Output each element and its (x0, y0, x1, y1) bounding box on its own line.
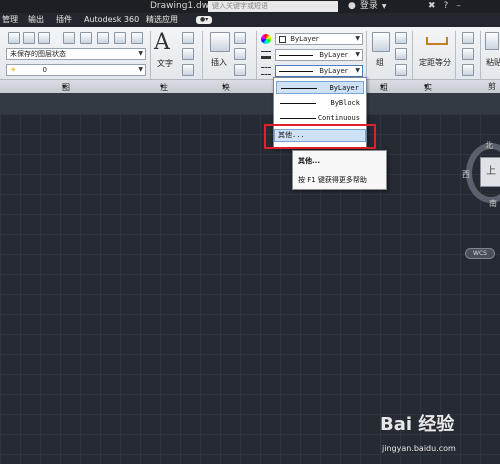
text-button-label[interactable]: 文字 (157, 58, 173, 69)
panel-title-block[interactable]: 块 ▾ (222, 81, 230, 93)
file-tab-strip (0, 93, 500, 114)
group-select-icon[interactable] (395, 64, 407, 76)
tab-featured-apps[interactable]: 精选应用 (146, 13, 178, 27)
compass-south[interactable]: 南 (489, 198, 497, 209)
table-icon[interactable] (182, 64, 194, 76)
measure-button-label[interactable]: 定距等分 (419, 57, 451, 68)
group-icon[interactable] (372, 32, 390, 52)
linetype-sample (280, 118, 316, 119)
insert-button-label[interactable]: 插入 (211, 57, 227, 68)
layer-tool-icon[interactable] (23, 32, 35, 44)
layer-state-value: 未保存的图层状态 (10, 50, 66, 58)
user-area[interactable]: ● 登录 ▼ (348, 0, 387, 13)
block-tool-icon[interactable] (234, 32, 246, 44)
chevron-down-icon: ▼ (355, 67, 360, 74)
layer-tool-icon[interactable] (63, 32, 75, 44)
utility-tool-icon[interactable] (462, 32, 474, 44)
linetype-sample (281, 88, 317, 89)
document-title: Drawing1.dwg (150, 1, 215, 11)
tab-autodesk-360[interactable]: Autodesk 360 (84, 13, 139, 27)
panel-title-annotation[interactable]: 注释 ▾ (160, 81, 168, 104)
exchange-icon[interactable]: ✖ (428, 0, 436, 13)
layer-tool-icon[interactable] (97, 32, 109, 44)
measure-icon[interactable] (426, 37, 448, 45)
panel-title-layers[interactable]: 图层 ▾ (62, 81, 70, 104)
panel-title-group[interactable]: 组 ▾ (380, 81, 388, 93)
watermark: Bai 经验 jingyan.baidu.com (380, 408, 496, 460)
block-tool-icon[interactable] (234, 48, 246, 60)
layer-value: 0 (42, 66, 47, 74)
color-wheel-icon[interactable] (261, 34, 271, 44)
chevron-down-icon: ▼ (355, 35, 360, 42)
viewcube-face-top[interactable]: 上 (480, 157, 500, 187)
linetype-line (279, 70, 313, 72)
ungroup-icon[interactable] (395, 32, 407, 44)
linetype-value: ByLayer (319, 67, 348, 75)
compass-west[interactable]: 西 (462, 169, 470, 180)
utility-tool-icon[interactable] (462, 48, 474, 60)
tab-output[interactable]: 输出 (28, 13, 44, 27)
utility-tool-icon[interactable] (462, 64, 474, 76)
lineweight-line (279, 54, 313, 56)
color-swatch (279, 35, 286, 43)
leader-icon[interactable] (182, 48, 194, 60)
layer-tool-icon[interactable] (131, 32, 143, 44)
linetype-option-byblock[interactable]: ByBlock (276, 97, 364, 110)
layer-properties-icon[interactable] (8, 32, 20, 44)
ribbon-panel-titles: 图层 ▾ 注释 ▾ 块 ▾ 组 ▾ 实用工具 ▾ 剪 (0, 79, 500, 128)
layer-tool-icon[interactable] (38, 32, 50, 44)
block-tool-icon[interactable] (234, 64, 246, 76)
panel-title-utilities[interactable]: 实用工具 ▾ (424, 81, 432, 128)
lineweight-select[interactable]: ByLayer ▼ (275, 49, 363, 61)
watermark-url: jingyan.baidu.com (382, 444, 456, 453)
color-select[interactable]: ByLayer ▼ (275, 33, 363, 45)
ribbon-tabs: 管理 输出 插件 Autodesk 360 精选应用 ●▾ (0, 13, 500, 27)
login-button[interactable]: 登录 (360, 0, 378, 13)
chevron-down-icon: ▼ (381, 3, 387, 10)
linetype-option-other[interactable]: 其他... (274, 129, 366, 142)
layer-tool-icon[interactable] (80, 32, 92, 44)
paste-button-label[interactable]: 粘贴 (486, 57, 500, 68)
tab-manage[interactable]: 管理 (2, 13, 18, 27)
watermark-logo: Bai 经验 (380, 414, 455, 435)
wcs-menu-button[interactable]: WCS (465, 248, 495, 259)
layer-state-select[interactable]: 未保存的图层状态 ▼ (6, 48, 146, 60)
compass-north[interactable]: 北 (485, 140, 493, 151)
lineweight-value: ByLayer (319, 51, 348, 59)
insert-block-icon[interactable] (210, 32, 230, 52)
lightbulb-icon: ☀ (10, 66, 17, 74)
layer-tool-icon[interactable] (114, 32, 126, 44)
text-icon[interactable]: A (154, 30, 170, 55)
user-icon: ● (348, 1, 356, 11)
more-tabs-button[interactable]: ●▾ (196, 16, 213, 24)
group-edit-icon[interactable] (395, 48, 407, 60)
tab-plugins[interactable]: 插件 (56, 13, 72, 27)
chevron-down-icon: ▼ (138, 50, 143, 57)
chevron-down-icon: ▼ (355, 51, 360, 58)
linetype-select[interactable]: ByLayer ▼ (275, 65, 363, 77)
group-button-label[interactable]: 组 (376, 57, 384, 68)
search-input[interactable]: 键入关键字或短语 (208, 1, 338, 12)
chevron-down-icon: ▼ (138, 66, 143, 73)
linetype-sample (280, 103, 316, 104)
lineweight-icon[interactable] (261, 51, 271, 59)
panel-title-clipboard[interactable]: 剪 (488, 81, 496, 93)
tooltip-title: 其他... (298, 157, 320, 165)
linetype-icon[interactable] (261, 67, 271, 75)
title-bar: Drawing1.dwg 键入关键字或短语 ● 登录 ▼ ✖ ? – (0, 0, 500, 13)
dimension-icon[interactable] (182, 32, 194, 44)
paste-icon[interactable] (485, 32, 499, 50)
linetype-option-continuous[interactable]: Continuous (276, 112, 364, 125)
color-value: ByLayer (290, 35, 319, 43)
layer-select[interactable]: ☀ 0 ▼ (6, 64, 146, 76)
help-icon[interactable]: ? (444, 0, 449, 13)
linetype-option-bylayer[interactable]: ByLayer (276, 81, 364, 94)
tooltip: 其他... 按 F1 键获得更多帮助 (292, 150, 387, 190)
tooltip-help: 按 F1 键获得更多帮助 (298, 176, 367, 184)
minimize-icon[interactable]: – (456, 0, 461, 13)
